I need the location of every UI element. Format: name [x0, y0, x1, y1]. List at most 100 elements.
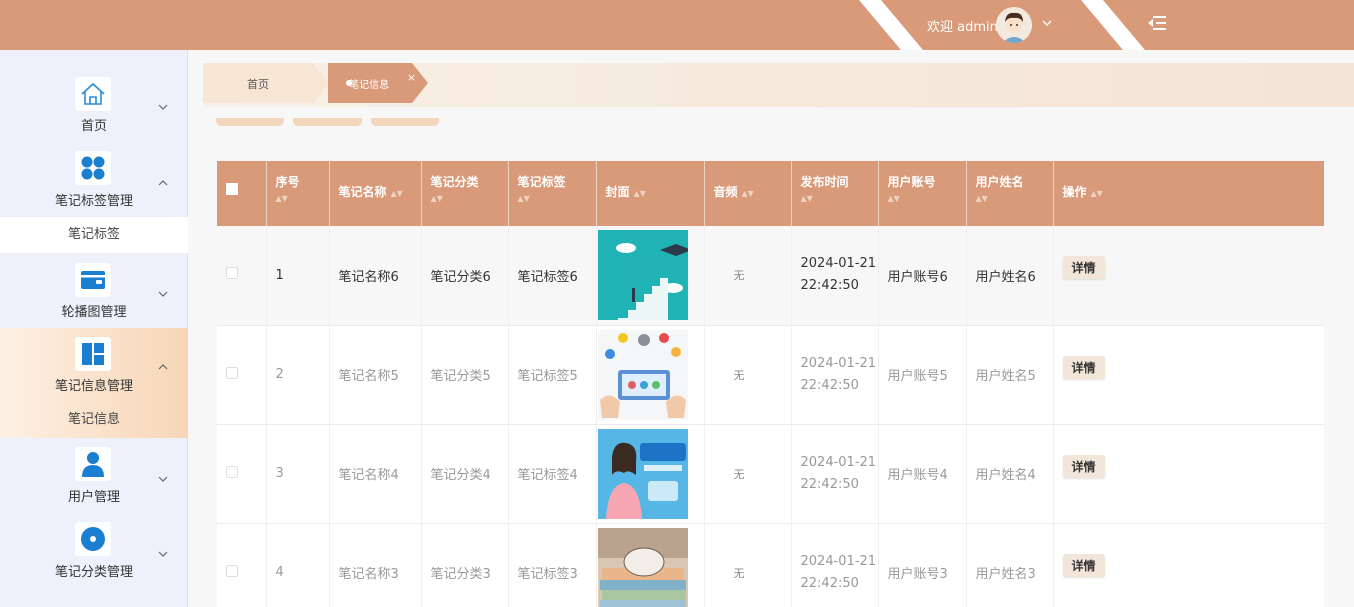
close-icon[interactable]: × [407, 72, 416, 83]
column-header[interactable]: 用户姓名 ▲▼ [966, 161, 1054, 226]
sidebar-item-note-info[interactable]: 笔记信息管理 [0, 328, 188, 402]
column-header[interactable]: 发布时间 ▲▼ [791, 161, 879, 226]
column-header[interactable]: 用户账号 ▲▼ [878, 161, 967, 226]
top-header: 欢迎 admin [0, 0, 1354, 50]
toolbar-button[interactable] [371, 118, 439, 126]
sidebar-item-label: 轮播图管理 [61, 305, 127, 320]
cell-index: 4 [266, 523, 330, 607]
sidebar-item-label: 笔记分类管理 [54, 565, 133, 580]
cell-category: 笔记分类6 [421, 226, 509, 326]
row-checkbox[interactable] [226, 267, 238, 280]
home-icon [75, 77, 111, 111]
chevron-up-icon [158, 364, 168, 370]
cell-account: 用户账号3 [878, 523, 967, 607]
cell-name: 笔记名称3 [329, 523, 422, 607]
column-header[interactable]: 音频 ▲▼ [704, 161, 792, 226]
toolbar-button[interactable] [293, 118, 362, 126]
cell-audio: 无 [704, 226, 792, 326]
toolbar-button[interactable] [216, 118, 284, 126]
cell-tag: 笔记标签4 [508, 424, 597, 524]
column-header[interactable]: 笔记名称 ▲▼ [329, 161, 422, 226]
column-header[interactable]: 操作 ▲▼ [1053, 161, 1324, 226]
cell-username: 用户姓名6 [966, 226, 1054, 326]
cover-image[interactable] [597, 428, 688, 519]
wallet-icon [75, 263, 111, 297]
select-all-checkbox[interactable] [217, 161, 267, 226]
cell-index: 1 [266, 226, 330, 326]
cell-username: 用户姓名5 [966, 325, 1054, 425]
row-checkbox[interactable] [226, 564, 238, 577]
header-stripe [859, 0, 923, 50]
cell-audio: 无 [704, 523, 792, 607]
cell-audio: 无 [704, 325, 792, 425]
cell-actions: 详情 [1053, 325, 1324, 425]
cell-index: 2 [266, 325, 330, 425]
table-row[interactable]: 4 笔记名称3 笔记分类3 笔记标签3 无 2024-01-21 22:42:5… [217, 523, 1324, 607]
cell-account: 用户账号6 [878, 226, 967, 326]
cell-time: 2024-01-21 22:42:50 [791, 226, 879, 326]
cell-cover [596, 424, 705, 524]
submenu-note-info[interactable]: 笔记信息 [0, 402, 188, 438]
sidebar-item-label: 首页 [80, 119, 107, 134]
row-checkbox[interactable] [226, 465, 238, 478]
menu-fold-icon[interactable] [1148, 15, 1166, 31]
cell-tag: 笔记标签5 [508, 325, 597, 425]
row-checkbox[interactable] [226, 366, 238, 379]
header-stripe [1081, 0, 1145, 50]
sidebar-item-carousel[interactable]: 轮播图管理 [0, 253, 188, 328]
cell-name: 笔记名称6 [329, 226, 422, 326]
data-table: 序号 ▲▼ 笔记名称 ▲▼ 笔记分类 ▲▼ 笔记标签 ▲▼ 封面 ▲▼ 音频 ▲▼ 发布时间… [217, 161, 1324, 607]
chevron-down-icon [158, 104, 168, 110]
sidebar-item-label: 笔记信息管理 [54, 379, 133, 394]
cover-image[interactable] [597, 527, 688, 607]
column-header[interactable]: 笔记标签 ▲▼ [508, 161, 597, 226]
cell-index: 3 [266, 424, 330, 524]
cell-name: 笔记名称4 [329, 424, 422, 524]
detail-button[interactable]: 详情 [1062, 454, 1105, 478]
sidebar-item-note-tags[interactable]: 笔记标签管理 [0, 140, 188, 217]
tab-active-label: 笔记信息 [349, 80, 390, 91]
layout-icon [75, 337, 111, 371]
dots-grid-icon [75, 151, 111, 185]
table-row[interactable]: 3 笔记名称4 笔记分类4 笔记标签4 无 2024-01-21 22:42:5… [217, 424, 1324, 524]
cell-actions: 详情 [1053, 226, 1324, 326]
cell-audio: 无 [704, 424, 792, 524]
cell-name: 笔记名称5 [329, 325, 422, 425]
sidebar-item-label: 用户管理 [67, 490, 120, 505]
sidebar-item-home[interactable]: 首页 [0, 50, 188, 140]
cell-actions: 详情 [1053, 523, 1324, 607]
cell-actions: 详情 [1053, 424, 1324, 524]
detail-button[interactable]: 详情 [1062, 355, 1105, 379]
chevron-down-icon [158, 476, 168, 482]
column-header[interactable]: 封面 ▲▼ [596, 161, 705, 226]
sidebar-item-note-categories[interactable]: 笔记分类管理 [0, 512, 188, 592]
detail-button[interactable]: 详情 [1062, 256, 1105, 280]
cell-account: 用户账号4 [878, 424, 967, 524]
column-header[interactable]: 笔记分类 ▲▼ [421, 161, 509, 226]
welcome-text: 欢迎 admin [927, 20, 998, 35]
sidebar-item-users[interactable]: 用户管理 [0, 438, 188, 512]
table-row[interactable]: 1 笔记名称6 笔记分类6 笔记标签6 无 2024-01-21 22:42:50… [217, 226, 1324, 326]
user-icon [75, 447, 111, 481]
cell-tag: 笔记标签6 [508, 226, 597, 326]
cell-category: 笔记分类4 [421, 424, 509, 524]
tab-home-label: 首页 [247, 78, 269, 91]
cover-image[interactable] [597, 230, 688, 321]
chevron-down-icon [158, 551, 168, 557]
chevron-down-icon [158, 291, 168, 297]
cell-cover [596, 523, 705, 607]
avatar[interactable] [996, 7, 1032, 43]
cell-category: 笔记分类3 [421, 523, 509, 607]
cell-username: 用户姓名3 [966, 523, 1054, 607]
cell-username: 用户姓名4 [966, 424, 1054, 524]
chevron-down-icon[interactable] [1042, 18, 1052, 28]
cell-time: 2024-01-21 22:42:50 [791, 325, 879, 425]
submenu-note-tags[interactable]: 笔记标签 [0, 217, 188, 253]
sidebar: 首页 笔记标签管理 笔记标签 轮播图管理 笔记信息管理 笔记信息 用户管理 笔记… [0, 50, 188, 607]
table-row[interactable]: 2 笔记名称5 笔记分类5 笔记标签5 无 2024-01-21 22:42:5… [217, 325, 1324, 425]
column-header[interactable]: 序号 ▲▼ [266, 161, 330, 226]
cell-tag: 笔记标签3 [508, 523, 597, 607]
cover-image[interactable] [597, 329, 688, 420]
table-header-row: 序号 ▲▼ 笔记名称 ▲▼ 笔记分类 ▲▼ 笔记标签 ▲▼ 封面 ▲▼ 音频 ▲▼ 发布时间… [217, 161, 1324, 226]
detail-button[interactable]: 详情 [1062, 553, 1105, 577]
